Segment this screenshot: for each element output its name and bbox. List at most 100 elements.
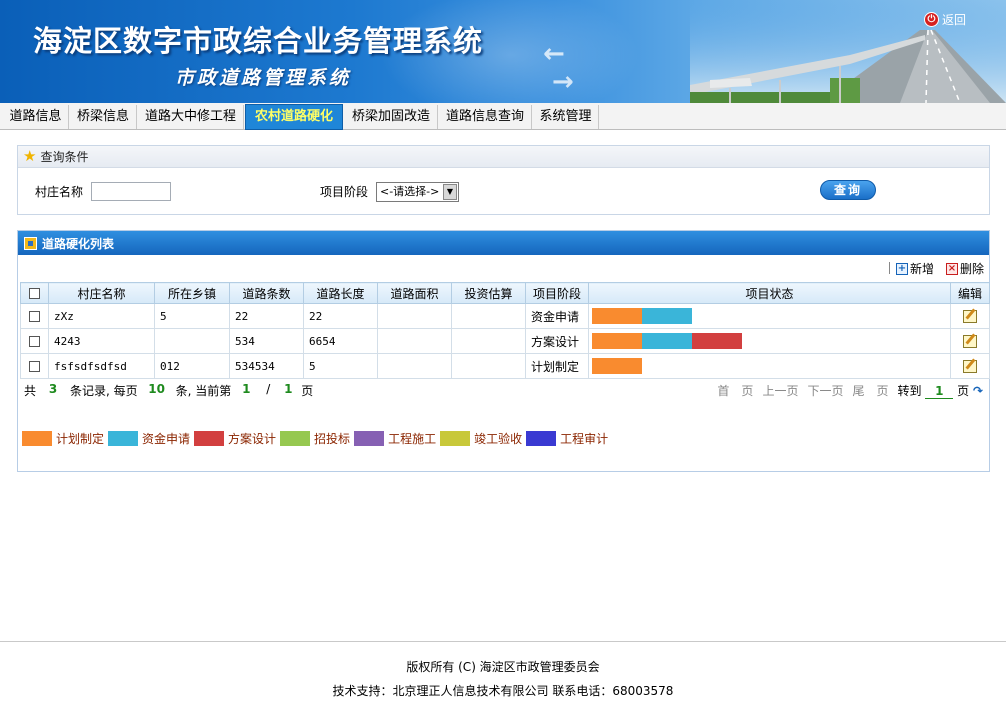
- legend-item: 竣工验收: [440, 430, 522, 447]
- list-toolbar: + 新增 × 删除: [18, 255, 989, 280]
- status-segment: [642, 308, 692, 324]
- legend-item: 方案设计: [194, 430, 276, 447]
- row-select-cell: [20, 328, 49, 354]
- legend-label: 资金申请: [142, 432, 191, 446]
- delete-button[interactable]: × 删除: [946, 260, 984, 277]
- legend-item: 招投标: [280, 430, 350, 447]
- status-bar: [592, 308, 950, 324]
- col-town: 所在乡镇: [154, 282, 230, 304]
- edit-icon[interactable]: [963, 309, 977, 323]
- table-row: zXz 5 22 22 资金申请: [20, 303, 990, 329]
- col-investment: 投资估算: [451, 282, 526, 304]
- legend-item: 资金申请: [108, 430, 190, 447]
- system-subtitle: 市政道路管理系统: [175, 67, 352, 89]
- footer-divider: [0, 641, 1006, 642]
- edit-cell: [950, 328, 990, 354]
- cell-road-area: [377, 303, 452, 329]
- row-checkbox[interactable]: [29, 311, 40, 322]
- cell-village: zXz: [48, 303, 155, 329]
- cell-project-status: [588, 328, 951, 354]
- arrows-decoration-icon: ← →: [543, 39, 574, 97]
- village-name-label: 村庄名称: [35, 185, 84, 199]
- cell-project-stage: 资金申请: [525, 303, 589, 329]
- col-road-length: 道路长度: [303, 282, 378, 304]
- system-title: 海淀区数字市政综合业务管理系统: [33, 24, 484, 58]
- col-village: 村庄名称: [48, 282, 155, 304]
- table-row: 4243 534 6654 方案设计: [20, 328, 990, 354]
- cell-town: 012: [154, 353, 230, 379]
- tab-road-repair[interactable]: 道路大中修工程: [138, 105, 244, 129]
- select-all-checkbox[interactable]: [29, 288, 40, 299]
- footer-copyright: 版权所有 (C) 海淀区市政管理委员会: [406, 660, 600, 674]
- status-bar: [592, 333, 950, 349]
- tab-road-query[interactable]: 道路信息查询: [439, 105, 532, 129]
- legend-label: 竣工验收: [474, 432, 523, 446]
- prev-page-link[interactable]: 上一页: [762, 382, 798, 399]
- go-arrow-icon[interactable]: ↷: [973, 385, 985, 397]
- legend-swatch: [354, 431, 385, 446]
- pager-page-suffix: 页: [301, 383, 314, 398]
- cell-road-area: [377, 328, 452, 354]
- add-button[interactable]: + 新增: [896, 260, 934, 277]
- cell-investment: [451, 353, 526, 379]
- pager-per-page: 10: [148, 381, 165, 396]
- cell-village: fsfsdfsdfsd: [48, 353, 155, 379]
- edit-icon[interactable]: [963, 359, 977, 373]
- legend-label: 工程审计: [560, 432, 609, 446]
- next-page-link[interactable]: 下一页: [807, 382, 843, 399]
- list-panel-header: 道路硬化列表: [18, 231, 989, 255]
- pager-pages: 1: [284, 381, 293, 396]
- query-panel-header: ★ 查询条件: [18, 146, 989, 168]
- search-button[interactable]: 查询: [820, 180, 876, 200]
- pager-current: 1: [242, 381, 251, 396]
- legend-label: 工程施工: [388, 432, 437, 446]
- logout-button[interactable]: ⏻ 返回: [923, 11, 966, 28]
- col-project-stage: 项目阶段: [525, 282, 589, 304]
- table-row: fsfsdfsdfsd 012 534534 5 计划制定: [20, 353, 990, 379]
- status-segment: [592, 358, 642, 374]
- pager-slash: /: [266, 381, 271, 396]
- cell-village: 4243: [48, 328, 155, 354]
- legend-swatch: [440, 431, 471, 446]
- cell-road-count: 534: [229, 328, 304, 354]
- cell-road-length: 6654: [303, 328, 378, 354]
- table-header-row: 村庄名称 所在乡镇 道路条数 道路长度 道路面积 投资估算 项目阶段 项目状态 …: [20, 282, 990, 304]
- pager-total-prefix: 共: [24, 383, 37, 398]
- row-checkbox[interactable]: [29, 336, 40, 347]
- pager-records-per: 条记录, 每页: [70, 383, 138, 398]
- status-segment: [592, 308, 642, 324]
- delete-label: 删除: [960, 262, 985, 276]
- tab-bridge-reinforcement[interactable]: 桥梁加固改造: [345, 105, 438, 129]
- last-page-link[interactable]: 尾 页: [852, 382, 888, 399]
- pager-nav: 首 页 上一页 下一页 尾 页 转到 1 页 ↷: [717, 382, 985, 399]
- legend-item: 计划制定: [22, 430, 104, 447]
- road-hardening-table: 村庄名称 所在乡镇 道路条数 道路长度 道路面积 投资估算 项目阶段 项目状态 …: [20, 282, 990, 379]
- pager: 共 3 条记录, 每页 10 条, 当前第 1 / 1 页 首 页 上一页 下一…: [18, 379, 989, 401]
- row-checkbox[interactable]: [29, 361, 40, 372]
- edit-cell: [950, 303, 990, 329]
- project-stage-selected: <-请选择->: [380, 185, 440, 198]
- tab-road-info[interactable]: 道路信息: [3, 105, 69, 129]
- query-panel: ★ 查询条件 村庄名称 项目阶段 <-请选择-> ▼ 查询: [17, 145, 990, 215]
- pager-current-prefix: 条, 当前第: [175, 383, 232, 398]
- pager-summary: 共 3 条记录, 每页 10 条, 当前第 1 / 1 页: [24, 382, 313, 399]
- tab-rural-road-hardening[interactable]: 农村道路硬化: [245, 104, 343, 130]
- cell-project-stage: 方案设计: [525, 328, 589, 354]
- query-panel-title: 查询条件: [40, 150, 89, 164]
- village-name-input[interactable]: [91, 182, 171, 201]
- tab-bridge-info[interactable]: 桥梁信息: [70, 105, 137, 129]
- cell-road-count: 22: [229, 303, 304, 329]
- footer-support: 技术支持：北京理正人信息技术有限公司 联系电话：68003578: [332, 684, 674, 698]
- legend-swatch: [108, 431, 139, 446]
- goto-input[interactable]: 1: [925, 384, 954, 399]
- legend-label: 方案设计: [228, 432, 277, 446]
- status-segment: [642, 333, 692, 349]
- legend-label: 招投标: [314, 432, 351, 446]
- edit-icon[interactable]: [963, 334, 977, 348]
- list-panel-title: 道路硬化列表: [42, 236, 115, 251]
- first-page-link[interactable]: 首 页: [717, 382, 753, 399]
- legend-swatch: [194, 431, 225, 446]
- project-stage-select[interactable]: <-请选择-> ▼: [376, 182, 459, 202]
- tab-system-admin[interactable]: 系统管理: [533, 105, 599, 129]
- legend-item: 工程审计: [526, 430, 608, 447]
